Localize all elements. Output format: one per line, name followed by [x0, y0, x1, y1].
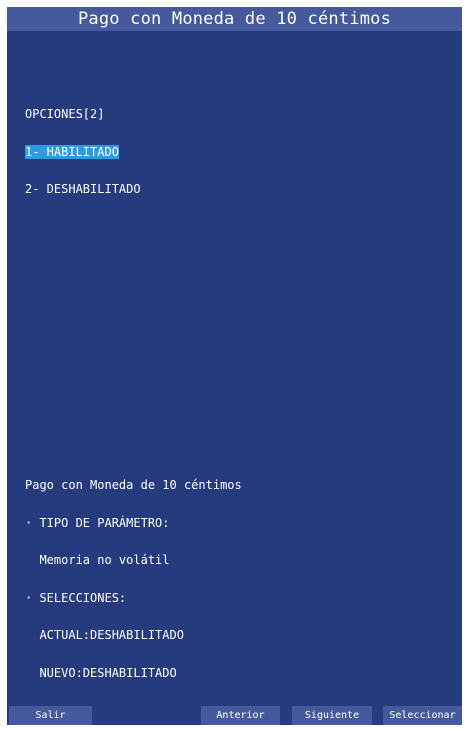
- option-deshabilitado[interactable]: 2- DESHABILITADO: [25, 183, 141, 196]
- select-button[interactable]: Seleccionar: [383, 706, 462, 725]
- footer-bar: Salir Anterior Siguiente Seleccionar: [7, 706, 462, 725]
- options-list: OPCIONES[2] 1- HABILITADO 2- DESHABILITA…: [25, 83, 141, 221]
- exit-button[interactable]: Salir: [9, 706, 92, 725]
- options-header: OPCIONES[2]: [25, 107, 105, 121]
- selections-label: · SELECCIONES:: [25, 590, 127, 605]
- param-type-label: · TIPO DE PARÁMETRO:: [25, 515, 170, 530]
- option-habilitado[interactable]: 1- HABILITADO: [25, 144, 141, 159]
- screen-title: Pago con Moneda de 10 céntimos: [7, 7, 462, 31]
- parameter-screen: Pago con Moneda de 10 céntimos OPCIONES[…: [7, 7, 462, 725]
- previous-button[interactable]: Anterior: [201, 706, 280, 725]
- new-value: NUEVO:DESHABILITADO: [25, 665, 177, 680]
- info-heading: Pago con Moneda de 10 céntimos: [25, 478, 242, 492]
- parameter-info: Pago con Moneda de 10 céntimos · TIPO DE…: [25, 454, 242, 704]
- param-type-value: Memoria no volátil: [25, 553, 170, 567]
- next-button[interactable]: Siguiente: [292, 706, 372, 725]
- current-value: ACTUAL:DESHABILITADO: [25, 628, 184, 642]
